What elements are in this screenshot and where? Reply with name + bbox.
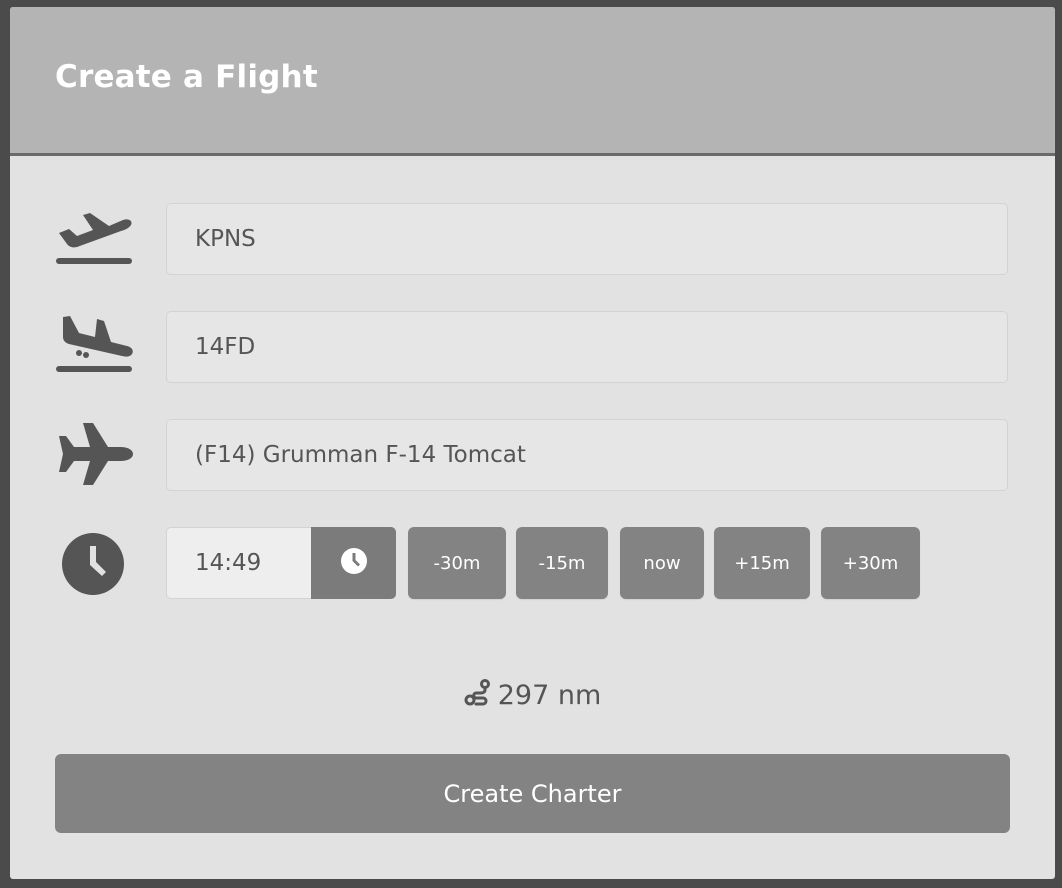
create-flight-card: Create a Flight KPNS 14FD (F14) Grumman …: [10, 7, 1055, 879]
time-picker-button[interactable]: [311, 527, 396, 599]
distance-display: 297 nm: [10, 679, 1055, 714]
minus-15m-button[interactable]: -15m: [516, 527, 608, 599]
clock-icon: [55, 529, 135, 599]
minus-30m-button[interactable]: -30m: [408, 527, 506, 599]
plus-15m-button[interactable]: +15m: [714, 527, 810, 599]
clock-icon: [339, 546, 369, 580]
plane-arrival-icon: [55, 311, 135, 381]
plus-30m-button[interactable]: +30m: [821, 527, 920, 599]
route-icon: [464, 679, 492, 714]
plane-departure-icon: [55, 203, 135, 273]
page-title: Create a Flight: [55, 59, 318, 95]
distance-value: 297 nm: [497, 680, 602, 711]
departure-input[interactable]: [166, 203, 1008, 275]
aircraft-input[interactable]: [166, 419, 1008, 491]
time-input[interactable]: [166, 527, 312, 599]
card-header: Create a Flight: [10, 7, 1055, 156]
now-button[interactable]: now: [620, 527, 704, 599]
plane-icon: [55, 419, 135, 489]
arrival-input[interactable]: [166, 311, 1008, 383]
create-charter-button[interactable]: Create Charter: [55, 754, 1010, 833]
